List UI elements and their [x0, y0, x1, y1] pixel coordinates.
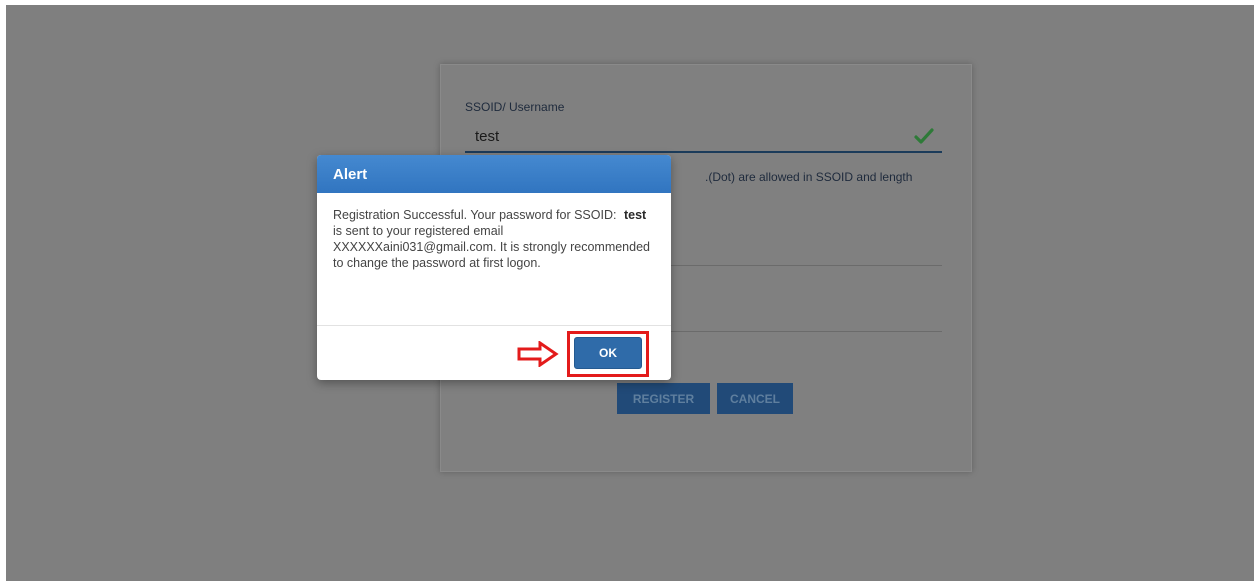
ssoid-hint-text: .(Dot) are allowed in SSOID and length: [705, 170, 913, 184]
check-icon: [914, 128, 934, 144]
alert-dialog: Alert Registration Successful. Your pass…: [317, 155, 671, 380]
ssoid-label: SSOID/ Username: [465, 100, 565, 114]
right-arrow-icon: [517, 341, 559, 367]
register-button[interactable]: REGISTER: [617, 383, 710, 414]
alert-message: Registration Successful. Your password f…: [317, 193, 671, 312]
alert-divider: [317, 325, 671, 326]
alert-message-part1: Registration Successful. Your password f…: [333, 208, 617, 222]
ok-button[interactable]: OK: [574, 337, 642, 369]
ssoid-input[interactable]: [465, 121, 942, 153]
alert-ssoid: test: [623, 208, 647, 222]
alert-title: Alert: [317, 155, 671, 193]
cancel-button[interactable]: CANCEL: [717, 383, 793, 414]
alert-message-part2: is sent to your registered email XXXXXXa…: [333, 224, 650, 270]
